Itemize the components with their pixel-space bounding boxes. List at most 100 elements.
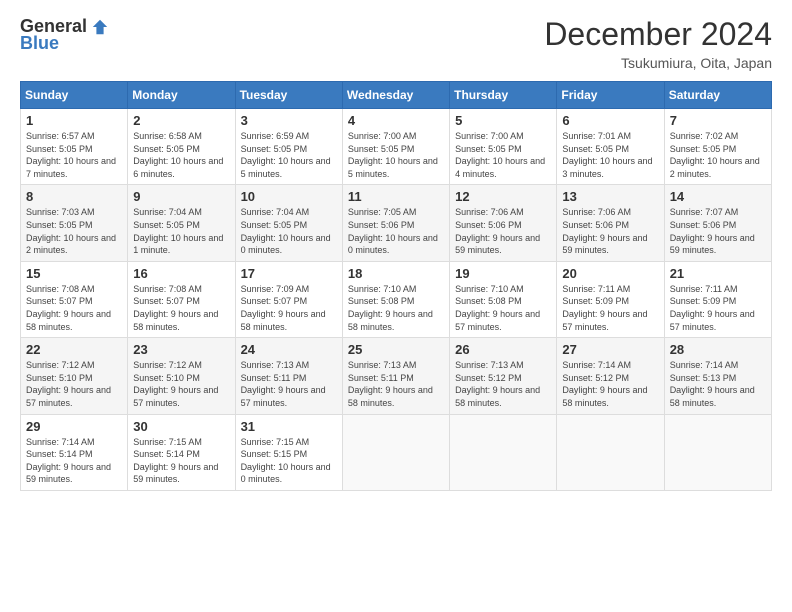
calendar-week-2: 8 Sunrise: 7:03 AM Sunset: 5:05 PM Daylig… bbox=[21, 185, 772, 261]
table-row: 14Sunrise: 7:07 AM Sunset: 5:06 PM Dayli… bbox=[664, 185, 771, 261]
calendar-header-row: Sunday Monday Tuesday Wednesday Thursday… bbox=[21, 82, 772, 109]
table-row: 6 Sunrise: 7:01 AM Sunset: 5:05 PM Daylig… bbox=[557, 109, 664, 185]
day-number: 9 bbox=[133, 189, 229, 204]
table-row: 2 Sunrise: 6:58 AM Sunset: 5:05 PM Daylig… bbox=[128, 109, 235, 185]
day-number: 3 bbox=[241, 113, 337, 128]
day-number: 18 bbox=[348, 266, 444, 281]
day-info: Sunrise: 7:11 AM Sunset: 5:09 PM Dayligh… bbox=[670, 283, 766, 333]
table-row: 18 Sunrise: 7:10 AM Sunset: 5:08 PM Dayli… bbox=[342, 261, 449, 337]
day-number: 27 bbox=[562, 342, 658, 357]
col-sunday: Sunday bbox=[21, 82, 128, 109]
day-info: Sunrise: 7:04 AM Sunset: 5:05 PM Dayligh… bbox=[133, 206, 229, 256]
table-row: 16Sunrise: 7:08 AM Sunset: 5:07 PM Dayli… bbox=[128, 261, 235, 337]
table-row: 5 Sunrise: 7:00 AM Sunset: 5:05 PM Daylig… bbox=[450, 109, 557, 185]
day-info: Sunrise: 7:00 AM Sunset: 5:05 PM Dayligh… bbox=[455, 130, 551, 180]
day-info: Sunrise: 7:13 AM Sunset: 5:12 PM Dayligh… bbox=[455, 359, 551, 409]
day-number: 20 bbox=[562, 266, 658, 281]
day-info: Sunrise: 7:08 AM Sunset: 5:07 PM Dayligh… bbox=[26, 283, 122, 333]
day-info: Sunrise: 7:11 AM Sunset: 5:09 PM Dayligh… bbox=[562, 283, 658, 333]
table-row: 12 Sunrise: 7:06 AM Sunset: 5:06 PM Dayli… bbox=[450, 185, 557, 261]
table-row: 30Sunrise: 7:15 AM Sunset: 5:14 PM Dayli… bbox=[128, 414, 235, 490]
location: Tsukumiura, Oita, Japan bbox=[544, 55, 772, 71]
day-number: 1 bbox=[26, 113, 122, 128]
table-row: 19 Sunrise: 7:10 AM Sunset: 5:08 PM Dayli… bbox=[450, 261, 557, 337]
table-row: 3 Sunrise: 6:59 AM Sunset: 5:05 PM Daylig… bbox=[235, 109, 342, 185]
day-info: Sunrise: 7:10 AM Sunset: 5:08 PM Dayligh… bbox=[455, 283, 551, 333]
table-row bbox=[450, 414, 557, 490]
day-number: 17 bbox=[241, 266, 337, 281]
table-row bbox=[342, 414, 449, 490]
table-row: 26Sunrise: 7:13 AM Sunset: 5:12 PM Dayli… bbox=[450, 338, 557, 414]
table-row: 15 Sunrise: 7:08 AM Sunset: 5:07 PM Dayli… bbox=[21, 261, 128, 337]
day-info: Sunrise: 7:15 AM Sunset: 5:15 PM Dayligh… bbox=[241, 436, 337, 486]
table-row: 23 Sunrise: 7:12 AM Sunset: 5:10 PM Dayli… bbox=[128, 338, 235, 414]
day-info: Sunrise: 7:14 AM Sunset: 5:14 PM Dayligh… bbox=[26, 436, 122, 486]
day-info: Sunrise: 7:05 AM Sunset: 5:06 PM Dayligh… bbox=[348, 206, 444, 256]
day-info: Sunrise: 7:12 AM Sunset: 5:10 PM Dayligh… bbox=[133, 359, 229, 409]
table-row: 9 Sunrise: 7:04 AM Sunset: 5:05 PM Daylig… bbox=[128, 185, 235, 261]
table-row: 28 Sunrise: 7:14 AM Sunset: 5:13 PM Dayli… bbox=[664, 338, 771, 414]
day-info: Sunrise: 7:00 AM Sunset: 5:05 PM Dayligh… bbox=[348, 130, 444, 180]
day-number: 12 bbox=[455, 189, 551, 204]
day-info: Sunrise: 7:14 AM Sunset: 5:13 PM Dayligh… bbox=[670, 359, 766, 409]
table-row: 21Sunrise: 7:11 AM Sunset: 5:09 PM Dayli… bbox=[664, 261, 771, 337]
table-row: 25Sunrise: 7:13 AM Sunset: 5:11 PM Dayli… bbox=[342, 338, 449, 414]
day-info: Sunrise: 7:06 AM Sunset: 5:06 PM Dayligh… bbox=[455, 206, 551, 256]
calendar-week-4: 22Sunrise: 7:12 AM Sunset: 5:10 PM Dayli… bbox=[21, 338, 772, 414]
day-info: Sunrise: 6:58 AM Sunset: 5:05 PM Dayligh… bbox=[133, 130, 229, 180]
table-row: 29 Sunrise: 7:14 AM Sunset: 5:14 PM Dayli… bbox=[21, 414, 128, 490]
day-number: 2 bbox=[133, 113, 229, 128]
table-row: 10 Sunrise: 7:04 AM Sunset: 5:05 PM Dayli… bbox=[235, 185, 342, 261]
calendar-week-5: 29 Sunrise: 7:14 AM Sunset: 5:14 PM Dayli… bbox=[21, 414, 772, 490]
day-info: Sunrise: 7:09 AM Sunset: 5:07 PM Dayligh… bbox=[241, 283, 337, 333]
day-number: 19 bbox=[455, 266, 551, 281]
day-info: Sunrise: 7:03 AM Sunset: 5:05 PM Dayligh… bbox=[26, 206, 122, 256]
day-number: 29 bbox=[26, 419, 122, 434]
day-number: 10 bbox=[241, 189, 337, 204]
day-number: 8 bbox=[26, 189, 122, 204]
table-row: 11 Sunrise: 7:05 AM Sunset: 5:06 PM Dayli… bbox=[342, 185, 449, 261]
month-title: December 2024 bbox=[544, 16, 772, 53]
day-number: 6 bbox=[562, 113, 658, 128]
col-tuesday: Tuesday bbox=[235, 82, 342, 109]
col-monday: Monday bbox=[128, 82, 235, 109]
col-friday: Friday bbox=[557, 82, 664, 109]
day-number: 13 bbox=[562, 189, 658, 204]
calendar-table: Sunday Monday Tuesday Wednesday Thursday… bbox=[20, 81, 772, 491]
day-info: Sunrise: 7:07 AM Sunset: 5:06 PM Dayligh… bbox=[670, 206, 766, 256]
day-info: Sunrise: 7:13 AM Sunset: 5:11 PM Dayligh… bbox=[241, 359, 337, 409]
table-row: 27Sunrise: 7:14 AM Sunset: 5:12 PM Dayli… bbox=[557, 338, 664, 414]
logo: General Blue bbox=[20, 16, 109, 54]
day-number: 11 bbox=[348, 189, 444, 204]
col-saturday: Saturday bbox=[664, 82, 771, 109]
table-row: 31 Sunrise: 7:15 AM Sunset: 5:15 PM Dayli… bbox=[235, 414, 342, 490]
day-info: Sunrise: 7:06 AM Sunset: 5:06 PM Dayligh… bbox=[562, 206, 658, 256]
table-row: 20 Sunrise: 7:11 AM Sunset: 5:09 PM Dayli… bbox=[557, 261, 664, 337]
table-row: 13 Sunrise: 7:06 AM Sunset: 5:06 PM Dayli… bbox=[557, 185, 664, 261]
table-row: 24Sunrise: 7:13 AM Sunset: 5:11 PM Dayli… bbox=[235, 338, 342, 414]
title-area: December 2024 Tsukumiura, Oita, Japan bbox=[544, 16, 772, 71]
day-info: Sunrise: 7:08 AM Sunset: 5:07 PM Dayligh… bbox=[133, 283, 229, 333]
day-number: 15 bbox=[26, 266, 122, 281]
page: General Blue December 2024 Tsukumiura, O… bbox=[0, 0, 792, 612]
table-row: 1Sunrise: 6:57 AM Sunset: 5:05 PM Daylig… bbox=[21, 109, 128, 185]
day-info: Sunrise: 7:15 AM Sunset: 5:14 PM Dayligh… bbox=[133, 436, 229, 486]
logo-icon bbox=[91, 18, 109, 36]
table-row: 7Sunrise: 7:02 AM Sunset: 5:05 PM Daylig… bbox=[664, 109, 771, 185]
day-info: Sunrise: 7:10 AM Sunset: 5:08 PM Dayligh… bbox=[348, 283, 444, 333]
col-thursday: Thursday bbox=[450, 82, 557, 109]
day-info: Sunrise: 7:01 AM Sunset: 5:05 PM Dayligh… bbox=[562, 130, 658, 180]
day-number: 5 bbox=[455, 113, 551, 128]
day-info: Sunrise: 7:04 AM Sunset: 5:05 PM Dayligh… bbox=[241, 206, 337, 256]
table-row bbox=[557, 414, 664, 490]
calendar-week-1: 1Sunrise: 6:57 AM Sunset: 5:05 PM Daylig… bbox=[21, 109, 772, 185]
day-number: 4 bbox=[348, 113, 444, 128]
day-number: 23 bbox=[133, 342, 229, 357]
col-wednesday: Wednesday bbox=[342, 82, 449, 109]
logo-blue: Blue bbox=[20, 33, 59, 54]
day-info: Sunrise: 7:02 AM Sunset: 5:05 PM Dayligh… bbox=[670, 130, 766, 180]
day-info: Sunrise: 7:13 AM Sunset: 5:11 PM Dayligh… bbox=[348, 359, 444, 409]
day-info: Sunrise: 6:59 AM Sunset: 5:05 PM Dayligh… bbox=[241, 130, 337, 180]
day-number: 28 bbox=[670, 342, 766, 357]
day-number: 31 bbox=[241, 419, 337, 434]
